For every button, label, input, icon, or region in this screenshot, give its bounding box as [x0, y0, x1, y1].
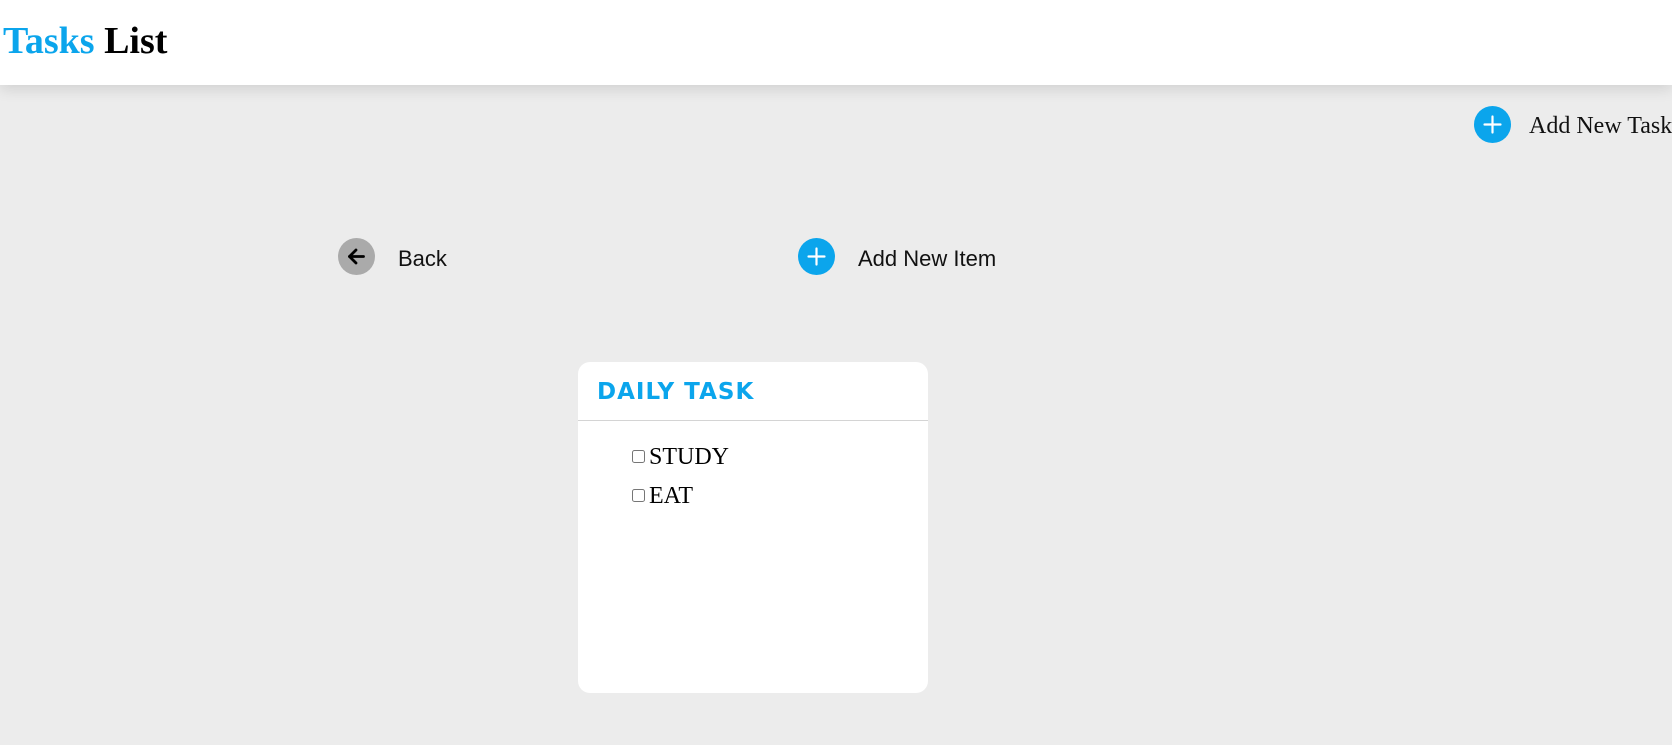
app-header: Tasks List	[0, 0, 1672, 85]
task-item: EAT	[632, 476, 729, 515]
task-card-title: DAILY TASK	[597, 379, 755, 405]
plus-icon	[807, 247, 826, 266]
add-new-item-label[interactable]: Add New Item	[858, 245, 996, 273]
app-title-accent: Tasks	[3, 20, 95, 62]
add-new-item-button[interactable]	[798, 238, 835, 275]
arrow-left-icon	[348, 248, 365, 265]
task-label: EAT	[649, 482, 693, 509]
task-list: STUDY EAT	[632, 437, 729, 515]
task-label: STUDY	[649, 443, 730, 470]
card-divider	[578, 420, 928, 421]
back-label[interactable]: Back	[398, 245, 447, 273]
task-checkbox[interactable]	[632, 450, 645, 463]
back-button[interactable]	[338, 238, 375, 275]
plus-icon	[1483, 115, 1502, 134]
task-card: DAILY TASK STUDY EAT	[578, 362, 928, 693]
app-title-rest: List	[104, 20, 168, 62]
add-new-task-button[interactable]	[1474, 106, 1511, 143]
task-item: STUDY	[632, 437, 729, 476]
task-checkbox[interactable]	[632, 489, 645, 502]
add-new-task-label[interactable]: Add New Task	[1529, 111, 1672, 141]
app-title: Tasks List	[3, 17, 167, 65]
